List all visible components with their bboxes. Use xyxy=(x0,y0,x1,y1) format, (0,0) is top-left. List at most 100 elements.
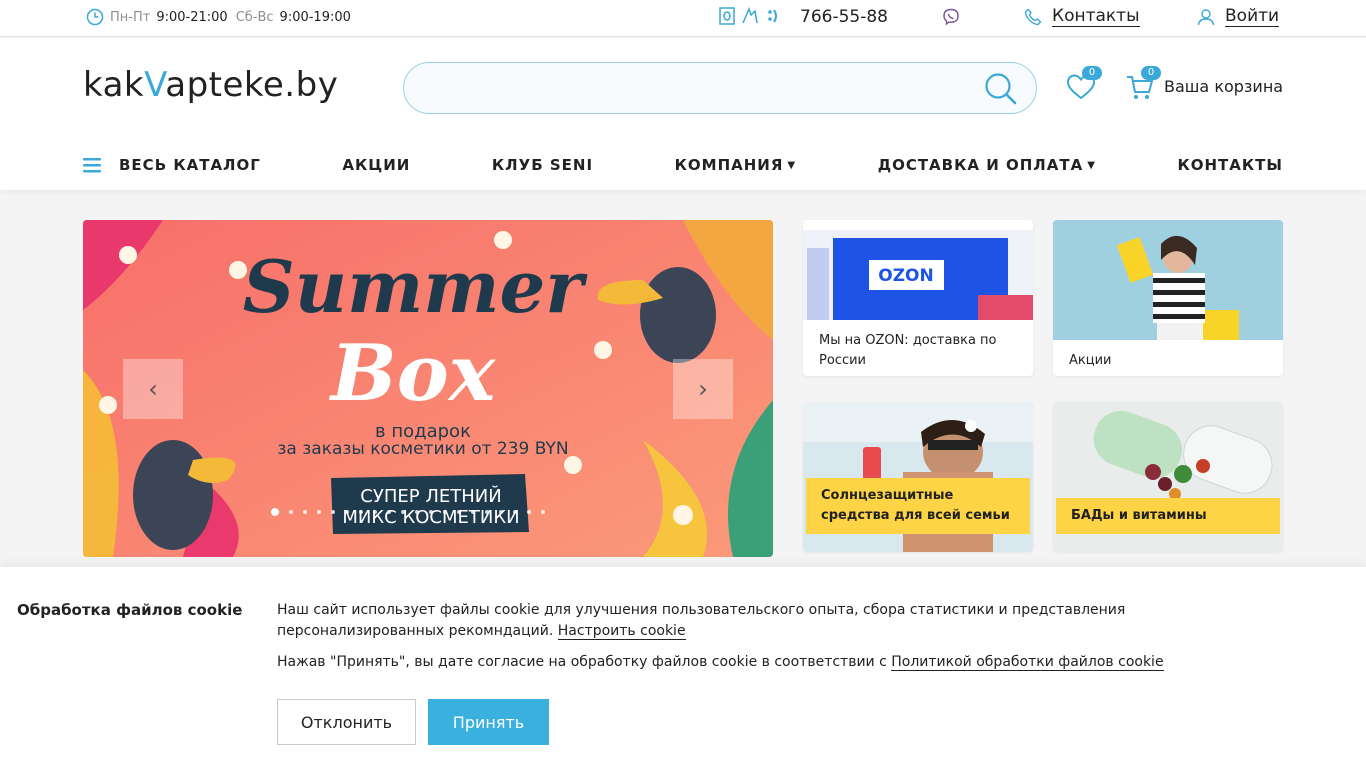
cart-label[interactable]: Ваша корзина xyxy=(1164,77,1283,96)
slider-dot[interactable] xyxy=(331,510,335,514)
slide-subtitle2: за заказы косметики от 239 BYN xyxy=(277,439,568,459)
slider-dot[interactable] xyxy=(387,510,391,514)
tile-caption: Солнцезащитные средства для всей семьи xyxy=(806,478,1030,534)
nav-item-contacts[interactable]: КОНТАКТЫ xyxy=(1177,156,1282,174)
contacts-label[interactable]: Контакты xyxy=(1052,6,1140,27)
a1-operator-icon[interactable] xyxy=(719,7,735,25)
tile-sunscreen[interactable]: Солнцезащитные средства для всей семьи xyxy=(803,402,1033,552)
slider-dot[interactable] xyxy=(541,510,545,514)
slider-dot[interactable] xyxy=(443,510,447,514)
slider-dot[interactable] xyxy=(317,510,321,514)
operator-icons xyxy=(719,7,779,25)
chevron-down-icon: ▼ xyxy=(1087,159,1096,171)
clock-icon xyxy=(86,8,104,26)
slider-dot[interactable] xyxy=(513,510,517,514)
slider-prev-button[interactable]: ‹ xyxy=(123,359,183,419)
slider-next-button[interactable]: › xyxy=(673,359,733,419)
tile-caption: БАДы и витамины xyxy=(1056,498,1280,534)
logo-suffix: apteke.by xyxy=(165,65,339,105)
top-bar: Пн-Пт 9:00-21:00 Сб-Вс 9:00-19:00 766-55… xyxy=(0,0,1366,37)
main-nav: ВЕСЬ КАТАЛОГ АКЦИИ КЛУБ SENI КОМПАНИЯ ▼ Д… xyxy=(83,150,1283,180)
nav-item-seni-club[interactable]: КЛУБ SENI xyxy=(492,156,593,174)
tile-caption: Акции xyxy=(1069,353,1112,368)
accept-button[interactable]: Принять xyxy=(428,699,549,745)
nav-label: ДОСТАВКА И ОПЛАТА xyxy=(877,156,1084,174)
nav-item-catalog[interactable]: ВЕСЬ КАТАЛОГ xyxy=(83,156,261,174)
slider-dot[interactable] xyxy=(415,510,419,514)
site-logo[interactable]: kakVapteke.by xyxy=(83,65,338,105)
site-header: kakVapteke.by 0 0 Ваша корзина ВЕСЬ КАТА… xyxy=(0,38,1366,190)
ozon-store-image: OZON xyxy=(803,220,1033,320)
slider-dot[interactable] xyxy=(457,510,461,514)
search-input[interactable] xyxy=(404,63,964,113)
cookie-description: Наш сайт использует файлы cookie для улу… xyxy=(277,600,1287,642)
nav-item-delivery[interactable]: ДОСТАВКА И ОПЛАТА ▼ xyxy=(878,156,1096,174)
nav-label: КОМПАНИЯ xyxy=(674,156,784,174)
user-icon xyxy=(1197,8,1215,25)
promo-slider[interactable]: Summer Box в подарок за заказы косметики… xyxy=(83,220,773,557)
tile-ozon[interactable]: OZON Мы на OZON: доставка по России xyxy=(803,220,1033,376)
cart-count-badge: 0 xyxy=(1141,66,1161,80)
mts-operator-icon[interactable] xyxy=(741,7,759,25)
slider-dot[interactable] xyxy=(271,508,279,516)
nav-label: КОНТАКТЫ xyxy=(1177,156,1283,174)
cookie-policy-link[interactable]: Политикой обработки файлов cookie xyxy=(891,654,1164,671)
slide-banner: Summer Box в подарок за заказы косметики… xyxy=(83,220,773,557)
cookie-banner: Обработка файлов cookie Наш сайт использ… xyxy=(0,566,1366,768)
favorites-count-badge: 0 xyxy=(1082,66,1102,80)
favorites-button[interactable]: 0 xyxy=(1066,66,1102,102)
tile-caption: Мы на OZON: доставка по России xyxy=(819,333,997,368)
cookie-text: Наш сайт использует файлы cookie для улу… xyxy=(277,602,1126,639)
logo-prefix: kak xyxy=(83,65,145,105)
slider-dots xyxy=(271,508,545,516)
ozon-logo-text: OZON xyxy=(878,266,933,286)
nav-label: ВЕСЬ КАТАЛОГ xyxy=(119,156,261,174)
nav-item-promotions[interactable]: АКЦИИ xyxy=(342,156,410,174)
nav-item-company[interactable]: КОМПАНИЯ ▼ xyxy=(675,156,796,174)
nav-label: КЛУБ SENI xyxy=(491,156,594,174)
slide-title-line2: Box xyxy=(329,328,497,419)
slider-dot[interactable] xyxy=(401,510,405,514)
life-operator-icon[interactable] xyxy=(765,7,779,25)
cookie-title: Обработка файлов cookie xyxy=(17,601,243,619)
slider-dot[interactable] xyxy=(429,510,433,514)
slider-dot[interactable] xyxy=(359,510,363,514)
slider-dot[interactable] xyxy=(499,510,503,514)
chevron-right-icon: › xyxy=(698,375,708,403)
contacts-link[interactable]: Контакты xyxy=(1024,6,1140,27)
cookie-settings-link[interactable]: Настроить cookie xyxy=(557,623,686,640)
cookie-consent: Нажав "Принять", вы дате согласие на обр… xyxy=(277,654,1164,671)
slider-dot[interactable] xyxy=(345,510,349,514)
slider-dot[interactable] xyxy=(471,510,475,514)
cart-button[interactable]: 0 xyxy=(1125,66,1161,102)
slider-dot[interactable] xyxy=(527,510,531,514)
logo-accent: V xyxy=(144,65,166,105)
cookie-consent-text: Нажав "Принять", вы дате согласие на обр… xyxy=(277,654,887,670)
phone-icon xyxy=(1024,8,1042,25)
search-icon[interactable] xyxy=(984,72,1018,106)
slider-dot[interactable] xyxy=(373,510,377,514)
chevron-left-icon: ‹ xyxy=(148,375,158,403)
working-hours: Пн-Пт 9:00-21:00 Сб-Вс 9:00-19:00 xyxy=(86,8,353,26)
search-box xyxy=(403,62,1037,114)
tile-promotions[interactable]: Акции xyxy=(1053,220,1283,376)
weekend-label: Сб-Вс xyxy=(235,9,274,25)
viber-icon[interactable] xyxy=(942,8,960,26)
decline-button[interactable]: Отклонить xyxy=(277,699,416,745)
weekdays-hours: 9:00-21:00 xyxy=(156,9,228,25)
slide-badge-line1: СУПЕР ЛЕТНИЙ xyxy=(360,485,501,507)
weekend-hours: 9:00-19:00 xyxy=(279,9,351,25)
nav-label: АКЦИИ xyxy=(342,156,411,174)
login-link[interactable]: Войти xyxy=(1197,6,1280,27)
phone-number[interactable]: 766-55-88 xyxy=(800,7,888,27)
tile-supplements[interactable]: БАДы и витамины xyxy=(1053,402,1283,552)
shopping-woman-image xyxy=(1053,220,1283,340)
slide-title-line1: Summer xyxy=(243,244,589,329)
slider-dot[interactable] xyxy=(485,510,489,514)
slider-dot[interactable] xyxy=(289,510,293,514)
menu-icon xyxy=(83,158,101,173)
weekdays-label: Пн-Пт xyxy=(110,9,151,25)
slider-dot[interactable] xyxy=(303,510,307,514)
login-label[interactable]: Войти xyxy=(1225,6,1280,27)
chevron-down-icon: ▼ xyxy=(787,159,797,171)
